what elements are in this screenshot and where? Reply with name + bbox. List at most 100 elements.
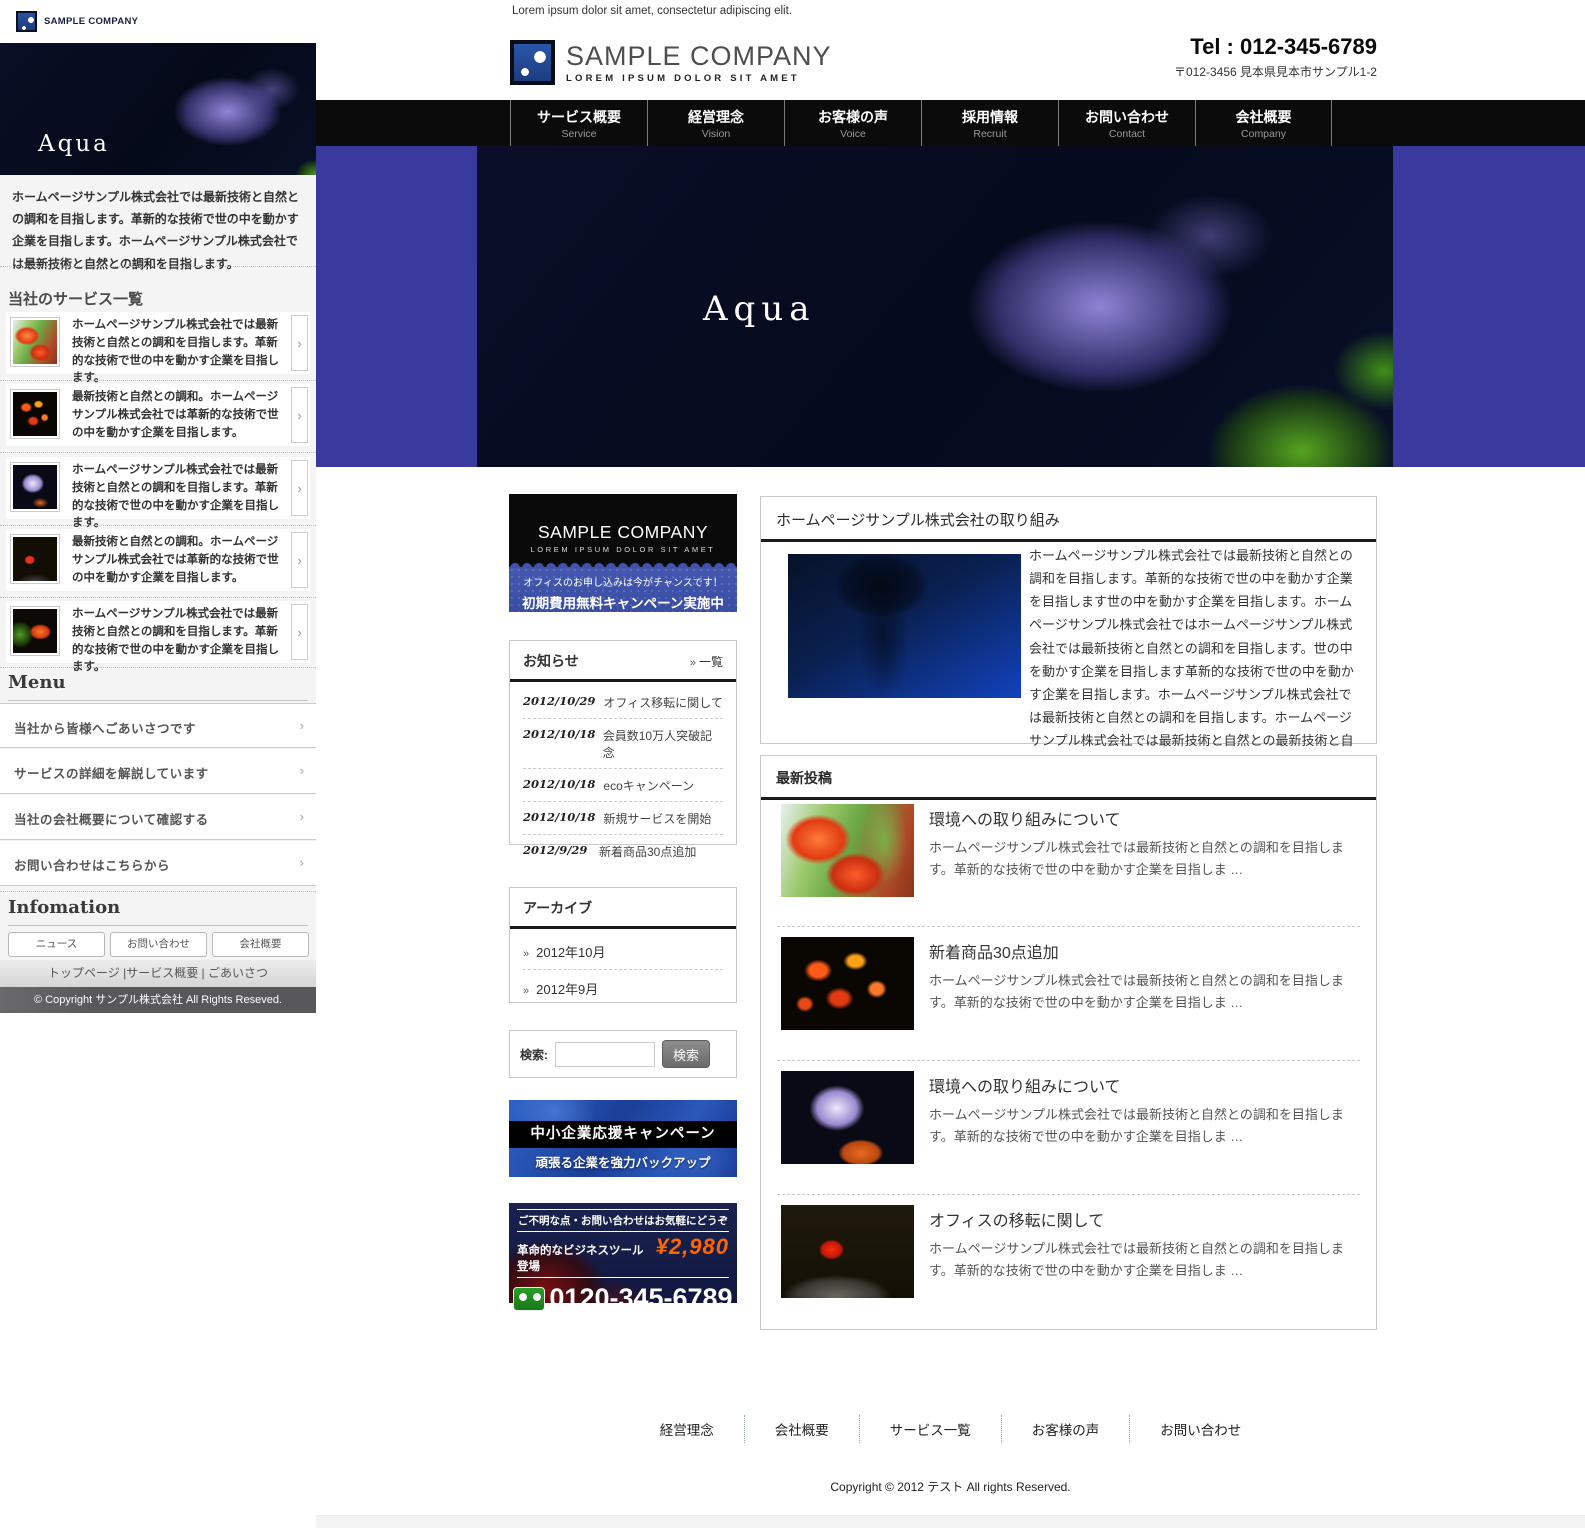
service-thumbnail[interactable]: [10, 389, 60, 439]
service-thumbnail[interactable]: [10, 462, 60, 512]
post-thumbnail[interactable]: [781, 1071, 914, 1164]
news-date: 2012/10/18: [523, 727, 595, 761]
news-button[interactable]: ニュース: [8, 932, 105, 957]
campaign-line1: 中小企業応援キャンペーン: [509, 1121, 737, 1148]
menu-item-company[interactable]: 当社の会社概要について確認する ›: [0, 795, 316, 840]
menu-item-service-detail[interactable]: サービスの詳細を解説しています ›: [0, 749, 316, 794]
post-thumbnail[interactable]: [781, 937, 914, 1030]
service-list-item[interactable]: ホームページサンプル株式会社では最新技術と自然との調和を目指します。革新的な技術…: [6, 312, 310, 374]
company-name: SAMPLE COMPANY: [566, 41, 832, 72]
chevron-right-icon[interactable]: ›: [291, 315, 308, 371]
menu-item-label: お問い合わせはこちらから: [14, 855, 170, 874]
company-button[interactable]: 会社概要: [212, 932, 309, 957]
post-thumbnail[interactable]: [781, 1205, 914, 1298]
post-title[interactable]: 環境への取り組みについて: [929, 1073, 1121, 1097]
footer-link-voice[interactable]: お客様の声: [1001, 1415, 1130, 1443]
news-date: 2012/10/18: [523, 777, 595, 794]
banner-campaign-area: オフィスのお申し込みは今がチャンスです！ 初期費用無料キャンペーン実施中: [509, 567, 737, 612]
search-input[interactable]: [555, 1042, 655, 1067]
double-arrow-icon: »: [523, 985, 529, 997]
news-date: 2012/10/18: [523, 810, 595, 827]
footer-link-services[interactable]: サービス一覧: [859, 1415, 1001, 1443]
service-list-item[interactable]: ホームページサンプル株式会社では最新技術と自然との調和を目指します。革新的な技術…: [6, 457, 310, 519]
nav-company[interactable]: 会社概要 Company: [1195, 100, 1332, 146]
footer-link-company[interactable]: 会社概要: [744, 1415, 859, 1443]
site-logo[interactable]: SAMPLE COMPANY LOREM IPSUM DOLOR SIT AME…: [510, 40, 832, 85]
archive-link[interactable]: »2012年9月: [523, 970, 723, 1006]
contact-info: Tel : 012-345-6789 〒012-3456 見本県見本市サンプル1…: [1174, 34, 1377, 80]
nav-contact[interactable]: お問い合わせ Contact: [1058, 100, 1195, 146]
logo-text-block: SAMPLE COMPANY LOREM IPSUM DOLOR SIT AME…: [566, 41, 832, 84]
chevron-right-icon[interactable]: ›: [291, 604, 308, 660]
post-title[interactable]: オフィスの移転に関して: [929, 1207, 1104, 1231]
news-date: 2012/9/29: [523, 843, 591, 860]
search-button[interactable]: 検索: [662, 1040, 710, 1068]
mobile-footer-links[interactable]: トップページ |サービス概要 | ごあいさつ: [0, 960, 316, 987]
divider: [0, 597, 316, 598]
header-rule: [761, 797, 1376, 800]
service-list-item[interactable]: ホームページサンプル株式会社では最新技術と自然との調和を目指します。革新的な技術…: [6, 601, 310, 663]
news-link[interactable]: 会員数10万人突破記念: [603, 727, 723, 761]
post-title[interactable]: 環境への取り組みについて: [929, 806, 1121, 830]
nav-voice[interactable]: お客様の声 Voice: [784, 100, 921, 146]
service-text: 最新技術と自然との調和。ホームページサンプル株式会社では革新的な技術で世の中を動…: [72, 534, 288, 587]
company-logo-icon[interactable]: [16, 11, 37, 32]
phone-banner-line2: 革命的なビジネスツール登場 ¥2,980: [517, 1232, 729, 1278]
banner-company-sub: LOREM IPSUM DOLOR SIT AMET: [531, 545, 716, 554]
menu-section-title: Menu: [8, 672, 308, 701]
footer-link-contact[interactable]: お問い合わせ: [1129, 1415, 1271, 1443]
divider: [0, 525, 316, 526]
mobile-logo-text[interactable]: SAMPLE COMPANY: [44, 16, 138, 27]
news-link[interactable]: ecoキャンペーン: [603, 777, 694, 794]
banner-company-name: SAMPLE COMPANY: [538, 522, 708, 543]
campaign-banner[interactable]: 中小企業応援キャンペーン 頑張る企業を強力バックアップ: [509, 1100, 737, 1177]
chevron-right-icon[interactable]: ›: [291, 460, 308, 516]
post-item: 新着商品30点追加 ホームページサンプル株式会社では最新技術と自然との調和を目指…: [781, 937, 1356, 1050]
menu-item-contact[interactable]: お問い合わせはこちらから ›: [0, 841, 316, 886]
nav-label-jp: サービス概要: [511, 107, 647, 127]
nav-label-en: Recruit: [922, 128, 1058, 140]
banner-line2: 初期費用無料キャンペーン実施中: [509, 592, 737, 612]
news-link[interactable]: 新規サービスを開始: [603, 810, 711, 827]
jellyfish-image: [788, 554, 1021, 698]
site-copyright: Copyright © 2012 テスト All rights Reserved…: [316, 1478, 1585, 1495]
contact-button[interactable]: お問い合わせ: [110, 932, 207, 957]
phone-banner-number-row: 0120-345-6789: [509, 1283, 737, 1314]
service-thumbnail[interactable]: [10, 534, 60, 584]
phone-banner[interactable]: ご不明な点・お問い合わせはお気軽にどうぞ 革命的なビジネスツール登場 ¥2,98…: [509, 1203, 737, 1303]
chevron-right-icon[interactable]: ›: [291, 532, 308, 588]
sidebar-logo-banner[interactable]: SAMPLE COMPANY LOREM IPSUM DOLOR SIT AME…: [509, 494, 737, 612]
archive-link[interactable]: »2012年10月: [523, 933, 723, 970]
footer-links: 経営理念会社概要サービス一覧お客様の声お問い合わせ: [316, 1415, 1585, 1443]
news-more-link[interactable]: »一覧: [690, 653, 723, 670]
nav-vision[interactable]: 経営理念 Vision: [647, 100, 784, 146]
nav-label-jp: 経営理念: [648, 107, 784, 127]
news-title: お知らせ: [523, 651, 579, 671]
menu-item-greeting[interactable]: 当社から皆様へごあいさつです ›: [0, 703, 316, 748]
service-thumbnail[interactable]: [10, 606, 60, 656]
bottom-strip: [316, 1515, 1585, 1528]
news-row: 2012/10/29 オフィス移転に関して: [523, 686, 723, 719]
chevron-right-icon: ›: [300, 809, 304, 824]
post-excerpt: ホームページサンプル株式会社では最新技術と自然との調和を目指します。革新的な技術…: [929, 1238, 1356, 1282]
archive-widget-header: アーカイブ: [510, 888, 736, 926]
nav-recruit[interactable]: 採用情報 Recruit: [921, 100, 1058, 146]
nav-service[interactable]: サービス概要 Service: [510, 100, 647, 146]
menu-item-label: 当社の会社概要について確認する: [14, 809, 209, 828]
service-list-item[interactable]: 最新技術と自然との調和。ホームページサンプル株式会社では革新的な技術で世の中を動…: [6, 384, 310, 446]
chevron-right-icon[interactable]: ›: [291, 387, 308, 443]
news-more-label: 一覧: [699, 655, 723, 669]
news-widget-header: お知らせ »一覧: [510, 641, 736, 679]
news-link[interactable]: オフィス移転に関して: [603, 694, 722, 711]
header-rule: [761, 539, 1376, 542]
news-link[interactable]: 新着商品30点追加: [599, 843, 696, 860]
service-list-item[interactable]: 最新技術と自然との調和。ホームページサンプル株式会社では革新的な技術で世の中を動…: [6, 529, 310, 591]
post-title[interactable]: 新着商品30点追加: [929, 939, 1059, 963]
mobile-header: SAMPLE COMPANY: [0, 0, 316, 43]
post-thumbnail[interactable]: [781, 804, 914, 897]
dark-fish-image: [13, 392, 57, 436]
mobile-intro-text: ホームページサンプル株式会社では最新技術と自然との調和を目指します。革新的な技術…: [12, 186, 304, 275]
double-arrow-icon: »: [523, 948, 529, 960]
service-thumbnail[interactable]: [10, 317, 60, 367]
footer-link-vision[interactable]: 経営理念: [630, 1415, 744, 1443]
